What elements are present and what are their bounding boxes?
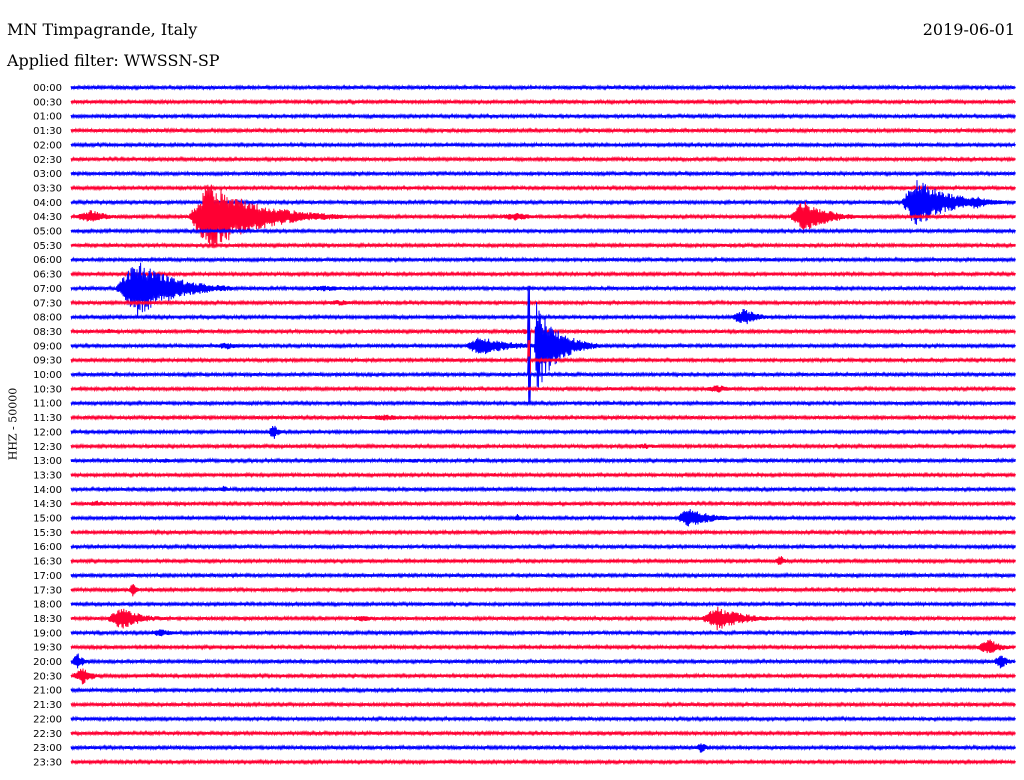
time-tick-label: 19:00 <box>33 628 62 639</box>
trace-row-1400 <box>70 485 1016 493</box>
time-tick-label: 14:00 <box>33 485 62 496</box>
trace-row-1600 <box>70 543 1016 551</box>
time-tick-label: 18:30 <box>33 614 62 625</box>
helicorder-chart: 00:00 00:30 01:00 01:30 02:00 02:30 03:00 03:30… <box>33 83 1016 768</box>
time-tick-label: 04:30 <box>33 212 62 223</box>
time-tick-label: 01:30 <box>33 126 62 137</box>
time-tick-label: 14:30 <box>33 499 62 510</box>
trace-row-1100 <box>70 399 1016 407</box>
time-tick-label: 11:30 <box>33 413 62 424</box>
time-tick-label: 15:00 <box>33 514 62 525</box>
trace-row-2200 <box>70 715 1016 723</box>
time-tick-label: 12:00 <box>33 427 62 438</box>
time-tick-label: 05:00 <box>33 227 62 238</box>
time-tick-label: 23:30 <box>33 757 62 768</box>
time-tick-label: 21:30 <box>33 700 62 711</box>
trace-row-1800 <box>70 600 1016 608</box>
trace-row-1530 <box>70 528 1016 536</box>
time-tick-label: 19:30 <box>33 643 62 654</box>
time-tick-label: 08:00 <box>33 313 62 324</box>
trace-row-0130 <box>70 127 1016 134</box>
trace-row-0700 <box>70 262 1016 318</box>
trace-row-1730 <box>70 584 1016 597</box>
time-tick-label: 00:00 <box>33 83 62 94</box>
time-tick-label: 04:00 <box>33 198 62 209</box>
trace-row-2000 <box>70 653 1016 669</box>
trace-row-0200 <box>70 141 1016 149</box>
time-tick-label: 10:00 <box>33 370 62 381</box>
trace-row-1230 <box>70 442 1016 450</box>
trace-row-1630 <box>70 556 1016 565</box>
time-tick-label: 16:00 <box>33 542 62 553</box>
time-tick-label: 20:30 <box>33 671 62 682</box>
time-tick-label: 17:00 <box>33 571 62 582</box>
trace-row-0500 <box>70 227 1016 235</box>
time-tick-label: 07:00 <box>33 284 62 295</box>
time-tick-label: 03:00 <box>33 169 62 180</box>
trace-row-2130 <box>70 701 1016 708</box>
time-tick-label: 08:30 <box>33 327 62 338</box>
time-tick-label: 22:00 <box>33 714 62 725</box>
trace-layer <box>70 84 1016 766</box>
trace-row-0100 <box>70 112 1016 120</box>
time-tick-label: 01:00 <box>33 112 62 123</box>
time-tick-label: 21:00 <box>33 686 62 697</box>
trace-row-2100 <box>70 686 1016 694</box>
trace-row-0330 <box>70 184 1016 192</box>
time-tick-label: 22:30 <box>33 729 62 740</box>
trace-row-2300 <box>70 743 1016 753</box>
trace-row-0230 <box>70 155 1016 163</box>
trace-row-2330 <box>70 758 1016 766</box>
time-tick-label: 09:00 <box>33 341 62 352</box>
time-tick-label: 11:00 <box>33 399 62 410</box>
trace-row-1700 <box>70 571 1016 579</box>
trace-row-0630 <box>70 270 1016 278</box>
time-tick-label: 09:30 <box>33 356 62 367</box>
time-tick-label: 17:30 <box>33 585 62 596</box>
trace-row-1930 <box>70 639 1016 654</box>
time-tick-label: 02:30 <box>33 155 62 166</box>
trace-row-1300 <box>70 457 1016 465</box>
trace-row-1030 <box>70 385 1016 393</box>
trace-row-2030 <box>70 668 1016 685</box>
time-tick-label: 02:00 <box>33 140 62 151</box>
time-tick-label: 20:00 <box>33 657 62 668</box>
time-tick-label: 00:30 <box>33 97 62 108</box>
trace-row-1430 <box>70 500 1016 508</box>
time-tick-label: 13:00 <box>33 456 62 467</box>
trace-row-1900 <box>70 629 1016 637</box>
trace-row-0430 <box>70 184 1016 249</box>
time-tick-label: 06:30 <box>33 270 62 281</box>
trace-row-0600 <box>70 256 1016 264</box>
time-tick-label: 16:30 <box>33 557 62 568</box>
trace-row-2230 <box>70 729 1016 737</box>
time-tick-label: 10:30 <box>33 384 62 395</box>
trace-row-0730 <box>70 299 1016 307</box>
trace-row-0800 <box>70 308 1016 325</box>
time-tick-label: 05:30 <box>33 241 62 252</box>
trace-row-0030 <box>70 98 1016 106</box>
time-tick-label: 07:30 <box>33 298 62 309</box>
trace-row-1130 <box>70 414 1016 421</box>
trace-row-0530 <box>70 241 1016 249</box>
time-tick-label: 18:00 <box>33 600 62 611</box>
time-tick-label: 06:00 <box>33 255 62 266</box>
time-tick-label: 03:30 <box>33 183 62 194</box>
time-tick-label: 12:30 <box>33 442 62 453</box>
time-tick-label: 15:30 <box>33 528 62 539</box>
time-tick-label: 23:00 <box>33 743 62 754</box>
trace-row-0000 <box>70 84 1016 91</box>
trace-row-0300 <box>70 170 1016 178</box>
trace-row-1000 <box>70 356 1016 405</box>
trace-row-1500 <box>70 509 1016 527</box>
trace-row-1330 <box>70 471 1016 479</box>
trace-row-1830 <box>70 606 1016 631</box>
tick-label-layer: 00:00 00:30 01:00 01:30 02:00 02:30 03:00 03:30… <box>33 83 62 768</box>
time-tick-label: 13:30 <box>33 470 62 481</box>
trace-row-1200 <box>70 425 1016 439</box>
